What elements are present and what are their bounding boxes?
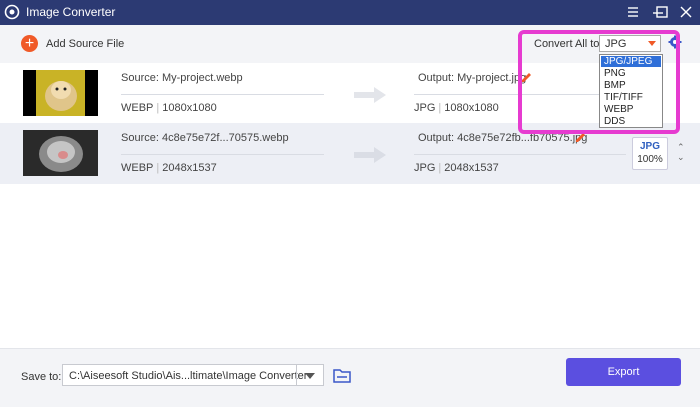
output-meta: JPG | 2048x1537 xyxy=(414,162,499,174)
add-icon[interactable]: + xyxy=(21,35,38,52)
close-icon[interactable] xyxy=(676,3,696,21)
divider xyxy=(414,154,626,155)
menu-icon[interactable] xyxy=(623,3,643,21)
highlight-box xyxy=(518,30,680,134)
save-path: C:\Aiseesoft Studio\Ais...ltimate\Image … xyxy=(69,370,308,382)
save-path-dropdown[interactable] xyxy=(296,365,323,385)
output-meta: JPG | 1080x1080 xyxy=(414,102,499,114)
source-meta: WEBP | 1080x1080 xyxy=(121,102,217,114)
file-thumbnail xyxy=(23,130,98,176)
file-thumbnail xyxy=(23,70,98,116)
divider xyxy=(121,154,324,155)
source-filename: Source: 4c8e75e72f...70575.webp xyxy=(121,132,289,144)
bottom-bar: Save to: C:\Aiseesoft Studio\Ais...ltima… xyxy=(0,348,700,407)
add-source-file-button[interactable]: Add Source File xyxy=(46,38,124,50)
arrow-right-icon xyxy=(354,147,386,163)
window-title: Image Converter xyxy=(26,5,116,19)
app-logo-icon xyxy=(4,4,20,20)
save-path-select[interactable]: C:\Aiseesoft Studio\Ais...ltimate\Image … xyxy=(62,364,324,386)
folder-icon[interactable] xyxy=(333,368,351,383)
source-filename: Source: My-project.webp xyxy=(121,72,243,84)
arrow-right-icon xyxy=(354,87,386,103)
title-bar: Image Converter xyxy=(0,0,700,25)
chevron-down-icon[interactable]: ⌄ xyxy=(677,152,685,163)
chevron-down-icon xyxy=(305,373,315,379)
output-filename: Output: My-project.jpg xyxy=(418,72,527,84)
output-format-badge[interactable]: JPG 100% xyxy=(632,137,668,170)
divider xyxy=(121,94,324,95)
source-meta: WEBP | 2048x1537 xyxy=(121,162,217,174)
badge-format: JPG xyxy=(639,141,660,152)
export-button[interactable]: Export xyxy=(566,358,681,386)
save-to-label: Save to: xyxy=(21,371,62,383)
maximize-icon[interactable] xyxy=(652,3,672,21)
badge-quality: 100% xyxy=(637,154,663,165)
